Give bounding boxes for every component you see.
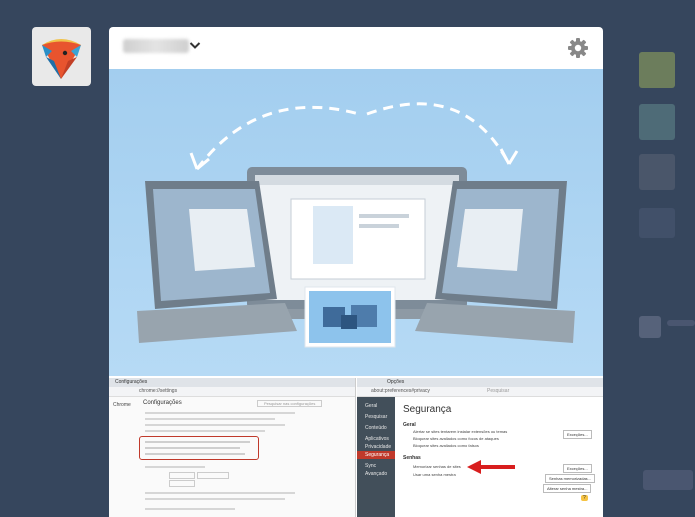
option-alert-addons[interactable]: Alertar se sites tentarem instalar exten… — [413, 429, 507, 434]
excecoes-button[interactable]: Exceções... — [563, 430, 592, 439]
k-icon — [639, 104, 675, 140]
button-faded — [643, 470, 693, 490]
chevron-down-icon[interactable] — [189, 36, 201, 56]
thumbnail-faded — [639, 154, 675, 190]
senhas-excecoes-button[interactable]: Exceções... — [563, 464, 592, 473]
red-arrow-icon — [467, 460, 515, 474]
post-header — [109, 27, 603, 69]
ice-cream-cone-logo-icon — [42, 39, 81, 79]
devices-sync-illustration — [137, 102, 575, 348]
sidebar-item-pesquisar[interactable]: Pesquisar — [365, 414, 387, 420]
address-bar[interactable]: about:preferences#privacy — [371, 388, 430, 394]
screenshots-strip: Configurações chrome://settings Chrome C… — [109, 376, 603, 517]
address-bar[interactable]: chrome://settings — [139, 388, 177, 394]
saved-passwords-button[interactable]: Senhas memorizadas... — [545, 474, 596, 483]
section-geral: Geral — [403, 422, 416, 428]
sidebar-item-aplicativos[interactable]: Aplicativos — [365, 436, 389, 442]
search-input[interactable]: Pesquisar nas configurações — [257, 400, 323, 407]
option-master-password[interactable]: Usar uma senha mestra — [413, 472, 456, 477]
tab-title: Opções — [387, 379, 405, 385]
tab-title: Configurações — [115, 379, 148, 385]
sidebar-item-sync[interactable]: Sync — [365, 463, 376, 469]
post-card: Configurações chrome://settings Chrome C… — [109, 27, 603, 517]
sidebar-item-seguranca[interactable]: Segurança — [365, 452, 389, 458]
section-senhas: Senhas — [403, 455, 421, 461]
chrome-settings-screenshot[interactable]: Configurações chrome://settings Chrome C… — [109, 378, 356, 517]
thumbnail-faded — [639, 52, 675, 88]
blog-avatar[interactable] — [32, 27, 91, 86]
sidebar-item-avancado[interactable]: Avançado — [365, 471, 387, 477]
change-master-password-button[interactable]: Alterar senha mestra... — [543, 484, 592, 493]
dashboard-sidebar-faded — [603, 0, 695, 517]
page-heading: Configurações — [143, 400, 182, 406]
help-button[interactable]: ? — [581, 495, 588, 501]
gear-icon[interactable] — [565, 35, 591, 61]
option-block-attack-sites[interactable]: Bloquear sites avaliados como focos de a… — [413, 436, 499, 441]
sidebar-item-conteudo[interactable]: Conteúdo — [365, 425, 387, 431]
option-block-forgeries[interactable]: Bloquear sites avaliados como falsos — [413, 443, 479, 448]
text-faded — [667, 320, 695, 326]
sidebar-item-geral[interactable]: Geral — [365, 403, 377, 409]
sidebar-item-privacidade[interactable]: Privacidade — [365, 444, 391, 450]
avatar-faded — [639, 316, 661, 338]
thumbnail-faded — [639, 208, 675, 238]
option-remember-passwords[interactable]: Memorizar senhas de sites — [413, 464, 461, 469]
page-heading: Segurança — [403, 404, 452, 415]
search-input[interactable]: Pesquisar — [487, 388, 509, 394]
firefox-security-screenshot[interactable]: Opções about:preferences#privacy Pesquis… — [357, 378, 603, 517]
sidebar-title: Chrome — [113, 402, 131, 408]
hero-illustration[interactable] — [109, 69, 603, 376]
blog-name-blurred[interactable] — [123, 39, 189, 53]
